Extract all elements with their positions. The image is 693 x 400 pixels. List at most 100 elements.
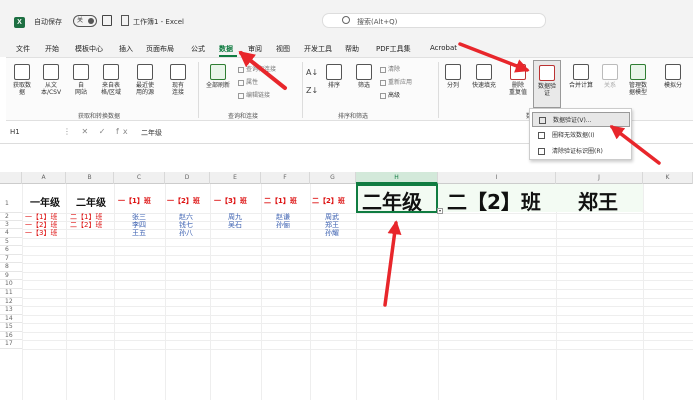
- filter-button[interactable]: 筛选: [352, 64, 376, 89]
- tab-home[interactable]: 开始: [45, 44, 59, 54]
- column-header-b[interactable]: B: [66, 172, 114, 184]
- row-header-4[interactable]: 4: [0, 229, 22, 238]
- cell-i1[interactable]: 二【2】班: [447, 186, 541, 215]
- select-all-corner[interactable]: [0, 172, 22, 184]
- cell-d2[interactable]: 赵六: [179, 213, 193, 221]
- formula-input[interactable]: 二年级: [141, 128, 162, 138]
- cell-c3[interactable]: 李四: [132, 221, 146, 229]
- row-header-12[interactable]: 12: [0, 298, 22, 306]
- refresh-all-button[interactable]: 全部刷新: [202, 64, 234, 89]
- data-validation-button[interactable]: 数据验 证: [533, 60, 561, 108]
- row-header-5[interactable]: 5: [0, 238, 22, 246]
- queries-connections-button[interactable]: 查询和连接: [238, 64, 276, 73]
- remove-duplicates-button[interactable]: 删除 重复值: [505, 64, 531, 96]
- cell-a4[interactable]: 一【3】班: [25, 229, 57, 237]
- cell-j1[interactable]: 郑王: [578, 186, 618, 215]
- tab-developer[interactable]: 开发工具: [304, 44, 332, 54]
- column-header-d[interactable]: D: [165, 172, 210, 184]
- column-header-c[interactable]: C: [114, 172, 165, 184]
- tab-view[interactable]: 视图: [276, 44, 290, 54]
- cell-f1[interactable]: 二【1】班: [264, 196, 297, 206]
- cell-e1[interactable]: 一【3】班: [214, 196, 247, 206]
- from-table-button[interactable]: 来自表 格/区域: [96, 64, 126, 96]
- column-header-e[interactable]: E: [210, 172, 261, 184]
- tab-template-center[interactable]: 模板中心: [75, 44, 103, 54]
- text-to-columns-button[interactable]: 分列: [443, 64, 463, 89]
- cell-a2[interactable]: 一【1】班: [25, 213, 57, 221]
- cell-e2[interactable]: 周九: [228, 213, 242, 221]
- row-header-6[interactable]: 6: [0, 246, 22, 255]
- tab-page-layout[interactable]: 页面布局: [146, 44, 174, 54]
- column-header-g[interactable]: G: [310, 172, 356, 184]
- advanced-filter-button[interactable]: 高级: [380, 90, 400, 99]
- cell-a1[interactable]: 一年级: [30, 194, 60, 209]
- menu-item-circle-invalid[interactable]: 圈释无效数据(I): [532, 128, 630, 143]
- autosave-toggle[interactable]: 关: [73, 15, 97, 27]
- flash-fill-button[interactable]: 快速填充: [467, 64, 501, 89]
- column-header-k[interactable]: K: [643, 172, 693, 184]
- existing-connections-button[interactable]: 现有 连接: [166, 64, 190, 96]
- menu-item-clear-circles[interactable]: 清除验证标识圈(R): [532, 144, 630, 159]
- cell-g4[interactable]: 孙耀: [325, 229, 339, 237]
- cell-c1[interactable]: 一【1】班: [118, 196, 151, 206]
- column-header-a[interactable]: A: [22, 172, 66, 184]
- sort-az-icon[interactable]: A↓: [306, 68, 318, 77]
- cell-b1[interactable]: 二年级: [76, 194, 106, 209]
- properties-button[interactable]: 属性: [238, 77, 258, 86]
- consolidate-button[interactable]: 合并计算: [564, 64, 598, 89]
- column-header-j[interactable]: J: [556, 172, 643, 184]
- cell-b2[interactable]: 二【1】班: [70, 213, 102, 221]
- row-header-15[interactable]: 15: [0, 323, 22, 332]
- cell-e3[interactable]: 吴石: [228, 221, 242, 229]
- cell-a3[interactable]: 一【2】班: [25, 221, 57, 229]
- sort-za-icon[interactable]: Z↓: [306, 86, 318, 95]
- column-header-f[interactable]: F: [261, 172, 310, 184]
- cell-b3[interactable]: 二【2】班: [70, 221, 102, 229]
- cell-d3[interactable]: 钱七: [179, 221, 193, 229]
- clear-filter-button[interactable]: 清除: [380, 64, 400, 73]
- column-header-h[interactable]: H: [356, 172, 438, 184]
- tab-file[interactable]: 文件: [16, 44, 30, 54]
- row-header-11[interactable]: 11: [0, 289, 22, 298]
- name-box[interactable]: H1: [10, 128, 20, 136]
- row-header-2[interactable]: 2: [0, 213, 22, 221]
- row-header-13[interactable]: 13: [0, 306, 22, 315]
- row-header-3[interactable]: 3: [0, 221, 22, 229]
- cell-g2[interactable]: 周武: [325, 213, 339, 221]
- tab-formulas[interactable]: 公式: [191, 44, 205, 54]
- cell-c4[interactable]: 王五: [132, 229, 146, 237]
- row-header-9[interactable]: 9: [0, 272, 22, 280]
- search-box[interactable]: 搜索(Alt+Q): [322, 13, 546, 28]
- spreadsheet-grid[interactable]: A B C D E F G H I J K 1 2 3 4 5 6 7 8 9 …: [0, 172, 693, 400]
- cell-g3[interactable]: 郑王: [325, 221, 339, 229]
- row-header-8[interactable]: 8: [0, 263, 22, 272]
- recent-sources-button[interactable]: 最近使 用的源: [130, 64, 160, 96]
- fx-icon[interactable]: ⋮ ✕ ✓ fx: [63, 127, 132, 136]
- cell-f3[interactable]: 孙俪: [276, 221, 290, 229]
- cell-d4[interactable]: 孙八: [179, 229, 193, 237]
- what-if-button[interactable]: 模拟分: [658, 64, 688, 89]
- tab-data[interactable]: 数据: [219, 44, 233, 54]
- cell-d1[interactable]: 一【2】班: [167, 196, 200, 206]
- validation-dropdown-arrow[interactable]: ▾: [437, 208, 443, 214]
- row-header-14[interactable]: 14: [0, 315, 22, 323]
- row-header-16[interactable]: 16: [0, 332, 22, 340]
- menu-item-data-validation[interactable]: 数据验证(V)...: [532, 112, 630, 127]
- tab-help[interactable]: 帮助: [345, 44, 359, 54]
- tab-insert[interactable]: 插入: [119, 44, 133, 54]
- save-icon[interactable]: [102, 15, 112, 26]
- column-header-i[interactable]: I: [438, 172, 556, 184]
- cell-g1[interactable]: 二【2】班: [312, 196, 345, 206]
- row-header-1[interactable]: 1: [0, 184, 22, 213]
- row-header-7[interactable]: 7: [0, 255, 22, 263]
- reapply-button[interactable]: 重新应用: [380, 77, 412, 86]
- row-header-10[interactable]: 10: [0, 280, 22, 289]
- row-header-17[interactable]: 17: [0, 340, 22, 349]
- tab-acrobat[interactable]: Acrobat: [430, 44, 457, 52]
- tab-review[interactable]: 审阅: [248, 44, 262, 54]
- tab-pdf-tools[interactable]: PDF工具集: [376, 44, 411, 54]
- manage-data-model-button[interactable]: 管理数 据模型: [623, 64, 653, 96]
- sort-button[interactable]: 排序: [322, 64, 346, 89]
- cell-c2[interactable]: 张三: [132, 213, 146, 221]
- relationships-button[interactable]: 关系: [600, 64, 620, 89]
